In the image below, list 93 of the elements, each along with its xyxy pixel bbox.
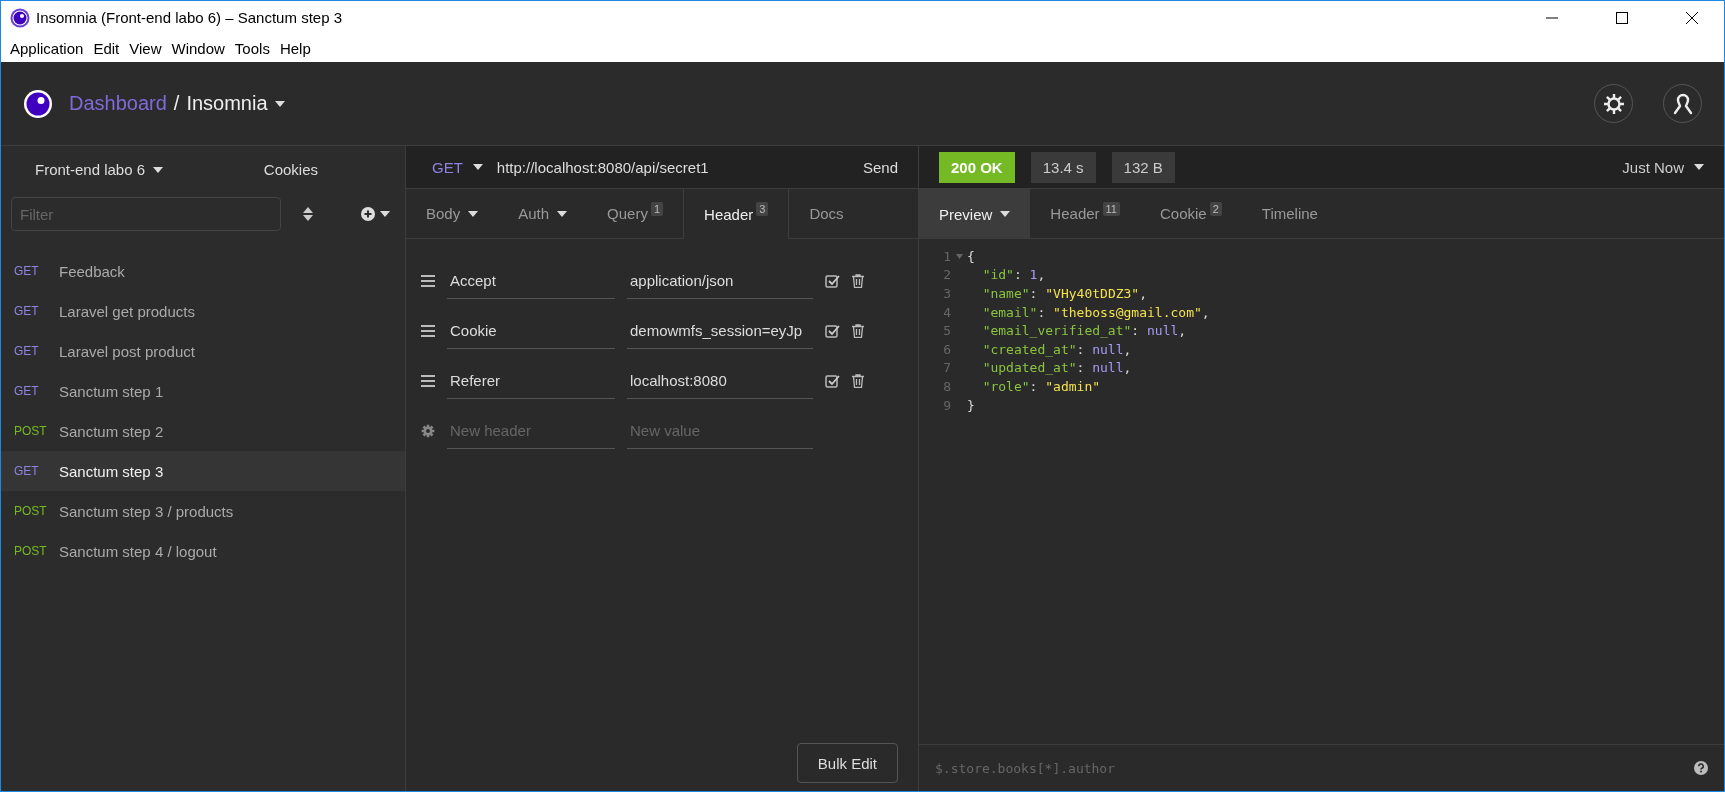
tab[interactable]: Query 1 <box>587 189 684 238</box>
line-number: 8 <box>942 378 951 394</box>
line-number: 2 <box>942 267 951 283</box>
cookies-button[interactable]: Cookies <box>257 160 324 179</box>
code-line: { <box>967 248 975 264</box>
tab[interactable]: Timeline <box>1241 189 1338 238</box>
caret-icon <box>557 210 568 217</box>
caret-icon <box>1694 164 1704 170</box>
code-line: "updated_at": null, <box>981 360 1132 376</box>
workspace-dropdown[interactable]: Front-end labo 6 <box>35 161 164 178</box>
code-line: "name": "VHy40tDDZ3", <box>981 286 1147 301</box>
tab[interactable]: Preview <box>919 189 1031 239</box>
bulk-edit-button[interactable]: Bulk Edit <box>796 743 898 783</box>
caret-icon <box>472 164 483 170</box>
code-line: "role": "admin" <box>981 378 1101 394</box>
request-item[interactable]: GET Laravel get products <box>1 291 405 331</box>
caret-icon <box>1000 211 1011 217</box>
breadcrumb-separator: / <box>173 92 180 115</box>
menu-item[interactable]: Help <box>274 39 316 57</box>
time-badge: 13.4 s <box>1030 151 1096 183</box>
menu-item[interactable]: View <box>124 39 167 57</box>
trash-icon[interactable] <box>852 374 864 388</box>
fold-icon[interactable] <box>955 253 963 259</box>
add-button[interactable] <box>361 207 390 221</box>
header-value-field[interactable]: demowmfs_session=eyJp <box>627 313 813 349</box>
tab[interactable]: Body <box>406 189 499 238</box>
settings-icon[interactable] <box>1602 92 1625 115</box>
close-icon[interactable] <box>1685 10 1699 25</box>
url-bar[interactable]: GET http://localhost:8080/api/secret1 Send <box>406 146 918 189</box>
method-dropdown[interactable]: GET <box>406 158 497 176</box>
trash-icon[interactable] <box>852 274 864 288</box>
request-item[interactable]: GET Laravel post product <box>1 331 405 371</box>
filter-field[interactable]: $.store.books[*].author <box>935 760 1694 776</box>
caret-icon <box>153 166 164 173</box>
help-icon[interactable] <box>1694 761 1708 775</box>
caret-icon <box>274 100 285 107</box>
line-number: 7 <box>942 360 951 376</box>
menu-item[interactable]: Application <box>5 39 89 57</box>
header-value-field[interactable]: localhost:8080 <box>627 363 813 399</box>
size-badge: 132 B <box>1111 151 1175 183</box>
app-logo-icon <box>10 7 30 28</box>
checkbox[interactable] <box>825 273 840 289</box>
line-number: 4 <box>942 304 951 320</box>
app-logo-icon <box>23 88 53 119</box>
caret-icon <box>468 210 479 217</box>
header-name-field[interactable]: Accept <box>447 263 615 299</box>
request-item[interactable]: POST Sanctum step 4 / logout <box>1 531 405 571</box>
code-line: } <box>967 397 975 413</box>
header-name-field[interactable]: Referer <box>447 363 615 399</box>
sort-icon[interactable] <box>303 207 313 221</box>
menu-item[interactable]: Window <box>166 39 230 57</box>
drag-handle-icon[interactable] <box>421 275 435 287</box>
request-item[interactable]: GET Feedback <box>1 251 405 291</box>
url-field[interactable]: http://localhost:8080/api/secret1 <box>496 158 843 176</box>
menu-item[interactable]: Tools <box>229 39 275 57</box>
drag-handle-icon[interactable] <box>421 325 435 337</box>
tab[interactable]: Auth <box>498 189 588 238</box>
send-button[interactable]: Send <box>842 146 918 188</box>
line-number: 3 <box>942 286 951 301</box>
request-item[interactable]: POST Sanctum step 2 <box>1 411 405 451</box>
checkbox[interactable] <box>825 323 840 339</box>
drag-handle-icon[interactable] <box>421 375 435 387</box>
new-value-field[interactable]: New value <box>627 413 813 449</box>
status-badge: 200 OK <box>939 151 1015 183</box>
gear-icon[interactable] <box>421 424 435 438</box>
line-number: 9 <box>942 397 951 413</box>
checkbox[interactable] <box>825 373 840 389</box>
user-icon[interactable] <box>1671 92 1694 115</box>
filter-field[interactable]: Filter <box>11 197 281 231</box>
window-title: Insomnia (Front-end labo 6) – Sanctum step 3 <box>36 9 343 26</box>
request-item[interactable]: GET Sanctum step 3 <box>1 451 405 491</box>
code-line: "email_verified_at": null, <box>981 323 1187 339</box>
line-number: 5 <box>942 323 951 339</box>
tab[interactable]: Header 3 <box>683 189 790 239</box>
trash-icon[interactable] <box>852 324 864 338</box>
line-number: 1 <box>942 248 951 264</box>
history-dropdown[interactable]: Just Now <box>1622 158 1704 176</box>
tab[interactable]: Cookie 2 <box>1140 189 1242 238</box>
request-item[interactable]: POST Sanctum step 3 / products <box>1 491 405 531</box>
caret-icon <box>380 211 390 217</box>
menu-item[interactable]: Edit <box>88 39 125 57</box>
tab[interactable]: Docs <box>789 189 864 238</box>
new-header-field[interactable]: New header <box>447 413 615 449</box>
code-line: "email": "theboss@gmail.com", <box>981 304 1210 320</box>
header-name-field[interactable]: Cookie <box>447 313 615 349</box>
tab[interactable]: Header 11 <box>1030 189 1140 238</box>
header-value-field[interactable]: application/json <box>627 263 813 299</box>
line-number: 6 <box>942 341 951 357</box>
project-name[interactable]: Insomnia <box>186 92 268 115</box>
request-item[interactable]: GET Sanctum step 1 <box>1 371 405 411</box>
code-line: "id": 1, <box>981 267 1046 283</box>
code-line: "created_at": null, <box>981 341 1132 357</box>
maximize-icon[interactable] <box>1615 10 1629 25</box>
